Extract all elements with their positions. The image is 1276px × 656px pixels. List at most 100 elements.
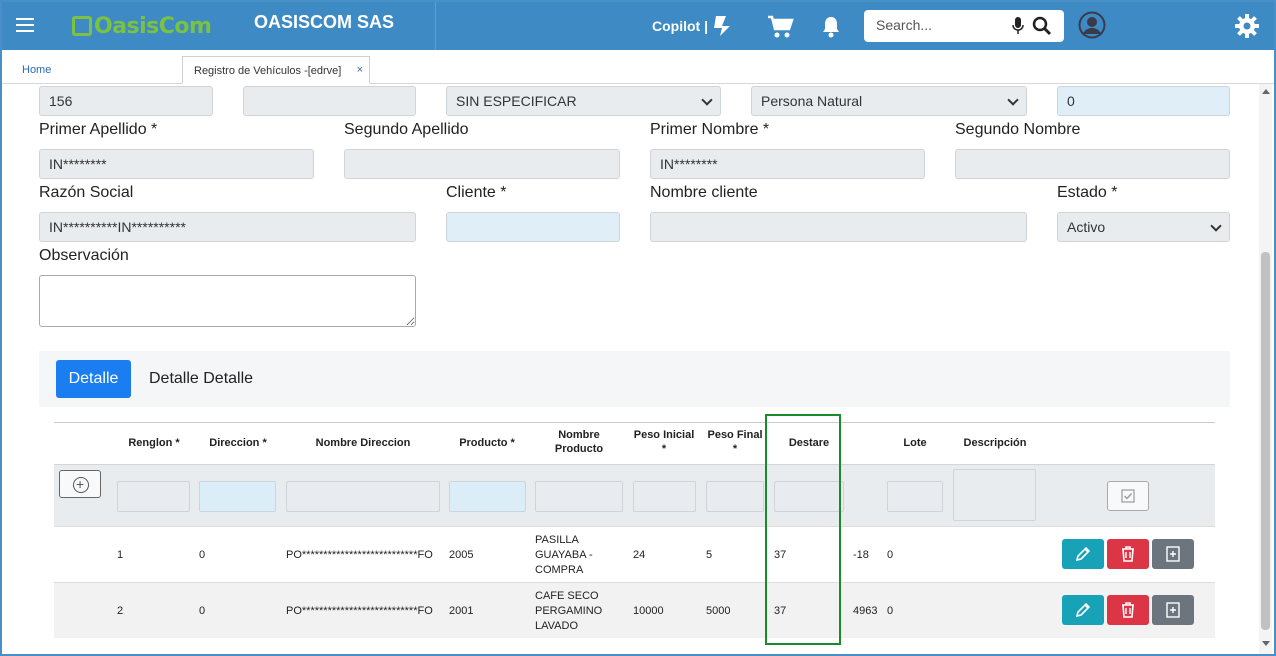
header-producto[interactable]: Producto * bbox=[450, 436, 524, 450]
verification-field[interactable] bbox=[243, 86, 416, 116]
cliente-field[interactable] bbox=[446, 212, 620, 242]
tab-home[interactable]: Home bbox=[22, 64, 51, 76]
header-peso-inicial[interactable]: Peso Inicial * bbox=[632, 428, 696, 456]
tab-strip: Home Registro de Vehículos -[edrve] × bbox=[2, 52, 1274, 84]
header-peso-final[interactable]: Peso Final * bbox=[704, 428, 766, 456]
cell-producto: 2005 bbox=[449, 549, 474, 561]
confirm-row-button[interactable] bbox=[1107, 481, 1149, 511]
form-content: 156 SIN ESPECIFICAR Persona Natural 0 Pr… bbox=[2, 84, 1258, 654]
cell-peso-inicial: 10000 bbox=[633, 605, 664, 617]
destare-column-highlight bbox=[765, 414, 841, 645]
delete-row-button[interactable] bbox=[1107, 595, 1149, 625]
document-add-icon bbox=[1166, 546, 1180, 562]
add-row-button[interactable] bbox=[59, 470, 101, 498]
cart-icon[interactable] bbox=[766, 14, 794, 40]
cell-lote: 0 bbox=[887, 549, 894, 561]
cell-direccion: 0 bbox=[199, 549, 206, 561]
input-nombre-producto[interactable] bbox=[535, 481, 623, 512]
gear-icon[interactable] bbox=[1234, 13, 1260, 39]
grid-input-row bbox=[54, 464, 1215, 526]
type-select[interactable]: SIN ESPECIFICAR bbox=[446, 86, 721, 116]
razon-social-field[interactable]: IN**********IN********** bbox=[39, 212, 416, 242]
header-descripcion[interactable]: Descripción bbox=[954, 436, 1036, 450]
primer-apellido-field[interactable]: IN******** bbox=[39, 149, 314, 179]
logo-text: OasisCom bbox=[94, 14, 212, 39]
microphone-icon[interactable] bbox=[1012, 17, 1024, 35]
vertical-scrollbar[interactable] bbox=[1259, 84, 1272, 654]
copilot-label[interactable]: Copilot | bbox=[652, 18, 708, 34]
edit-row-button[interactable] bbox=[1062, 595, 1104, 625]
segundo-apellido-label: Segundo Apellido bbox=[344, 121, 469, 138]
detail-row-button[interactable] bbox=[1152, 539, 1194, 569]
tab-registro-vehiculos[interactable]: Registro de Vehículos -[edrve] × bbox=[182, 56, 370, 84]
cell-nombre-producto: PASILLA GUAYABA - COMPRA bbox=[535, 533, 593, 578]
cell-nombre-producto-line: PASILLA bbox=[535, 534, 579, 546]
observacion-textarea[interactable] bbox=[39, 275, 416, 327]
bell-icon[interactable] bbox=[820, 15, 842, 39]
top-navbar: OasisCom OASISCOM SAS Copilot | bbox=[2, 2, 1274, 50]
input-direccion[interactable] bbox=[199, 481, 276, 512]
numeric-field[interactable]: 0 bbox=[1057, 86, 1230, 116]
tab-detalle[interactable]: Detalle bbox=[56, 360, 131, 398]
nombre-cliente-label: Nombre cliente bbox=[650, 184, 758, 201]
header-renglon[interactable]: Renglon * bbox=[124, 436, 184, 450]
estado-label: Estado * bbox=[1057, 184, 1118, 201]
tab-close-icon[interactable]: × bbox=[357, 64, 363, 76]
edit-row-button[interactable] bbox=[1062, 539, 1104, 569]
cell-peso-final: 5000 bbox=[706, 605, 731, 617]
search-input[interactable] bbox=[876, 17, 1006, 33]
oasiscom-logo[interactable]: OasisCom bbox=[72, 12, 212, 40]
delete-row-button[interactable] bbox=[1107, 539, 1149, 569]
document-number-field[interactable]: 156 bbox=[39, 86, 213, 116]
scroll-up-arrow-icon[interactable] bbox=[1262, 89, 1270, 94]
primer-nombre-field[interactable]: IN******** bbox=[650, 149, 925, 179]
cell-renglon: 1 bbox=[117, 549, 124, 561]
tab-label: Registro de Vehículos -[edrve] bbox=[194, 65, 342, 77]
input-nombre-direccion[interactable] bbox=[286, 481, 440, 512]
primer-nombre-label: Primer Nombre * bbox=[650, 121, 770, 138]
hamburger-menu-icon[interactable] bbox=[16, 18, 34, 34]
nombre-cliente-field[interactable] bbox=[650, 212, 1027, 242]
header-direccion[interactable]: Direccion * bbox=[204, 436, 272, 450]
header-nombre-producto[interactable]: Nombre Producto bbox=[534, 428, 624, 456]
logo-mark-icon bbox=[72, 16, 92, 36]
input-peso-inicial[interactable] bbox=[633, 481, 696, 512]
header-nombre-producto-line2: Producto bbox=[554, 443, 604, 455]
person-type-select[interactable]: Persona Natural bbox=[751, 86, 1027, 116]
tab-detalle-detalle[interactable]: Detalle Detalle bbox=[149, 360, 253, 398]
cell-nombre-producto-line: PERGAMINO bbox=[535, 605, 603, 617]
search-icon[interactable] bbox=[1032, 16, 1052, 36]
input-producto[interactable] bbox=[449, 481, 526, 512]
razon-social-label: Razón Social bbox=[39, 184, 134, 201]
header-nombre-direccion[interactable]: Nombre Direccion bbox=[294, 436, 432, 450]
scroll-down-arrow-icon[interactable] bbox=[1262, 641, 1270, 646]
segundo-apellido-field[interactable] bbox=[344, 149, 620, 179]
cell-peso-final: 5 bbox=[706, 549, 713, 561]
estado-select[interactable]: Activo bbox=[1057, 212, 1230, 242]
table-row[interactable]: 1 0 PO***************************FO 2005… bbox=[54, 526, 1215, 582]
header-peso-final-line1: Peso Final bbox=[707, 429, 763, 441]
input-descripcion[interactable] bbox=[953, 469, 1036, 521]
header-divider bbox=[435, 2, 436, 50]
cell-nombre-producto-line: LAVADO bbox=[535, 620, 578, 632]
cell-nombre-direccion: PO***************************FO bbox=[286, 605, 433, 617]
scroll-thumb[interactable] bbox=[1261, 252, 1270, 630]
segundo-nombre-field[interactable] bbox=[955, 149, 1230, 179]
cell-nombre-producto-line: GUAYABA - bbox=[535, 549, 593, 561]
header-lote[interactable]: Lote bbox=[884, 436, 946, 450]
cell-renglon: 2 bbox=[117, 605, 124, 617]
detail-row-button[interactable] bbox=[1152, 595, 1194, 625]
user-avatar-icon[interactable] bbox=[1078, 11, 1106, 39]
cell-neto: -18 bbox=[853, 549, 869, 561]
copilot-icon[interactable] bbox=[710, 14, 736, 38]
check-square-icon bbox=[1121, 489, 1135, 503]
table-row[interactable]: 2 0 PO***************************FO 2001… bbox=[54, 582, 1215, 638]
input-peso-final[interactable] bbox=[706, 481, 764, 512]
search-box[interactable] bbox=[864, 10, 1064, 42]
cell-producto: 2001 bbox=[449, 605, 474, 617]
grid-top-border bbox=[54, 422, 1215, 423]
segundo-nombre-label: Segundo Nombre bbox=[955, 121, 1081, 138]
input-renglon[interactable] bbox=[117, 481, 190, 512]
company-name: OASISCOM SAS bbox=[254, 12, 395, 32]
input-lote[interactable] bbox=[887, 481, 943, 512]
